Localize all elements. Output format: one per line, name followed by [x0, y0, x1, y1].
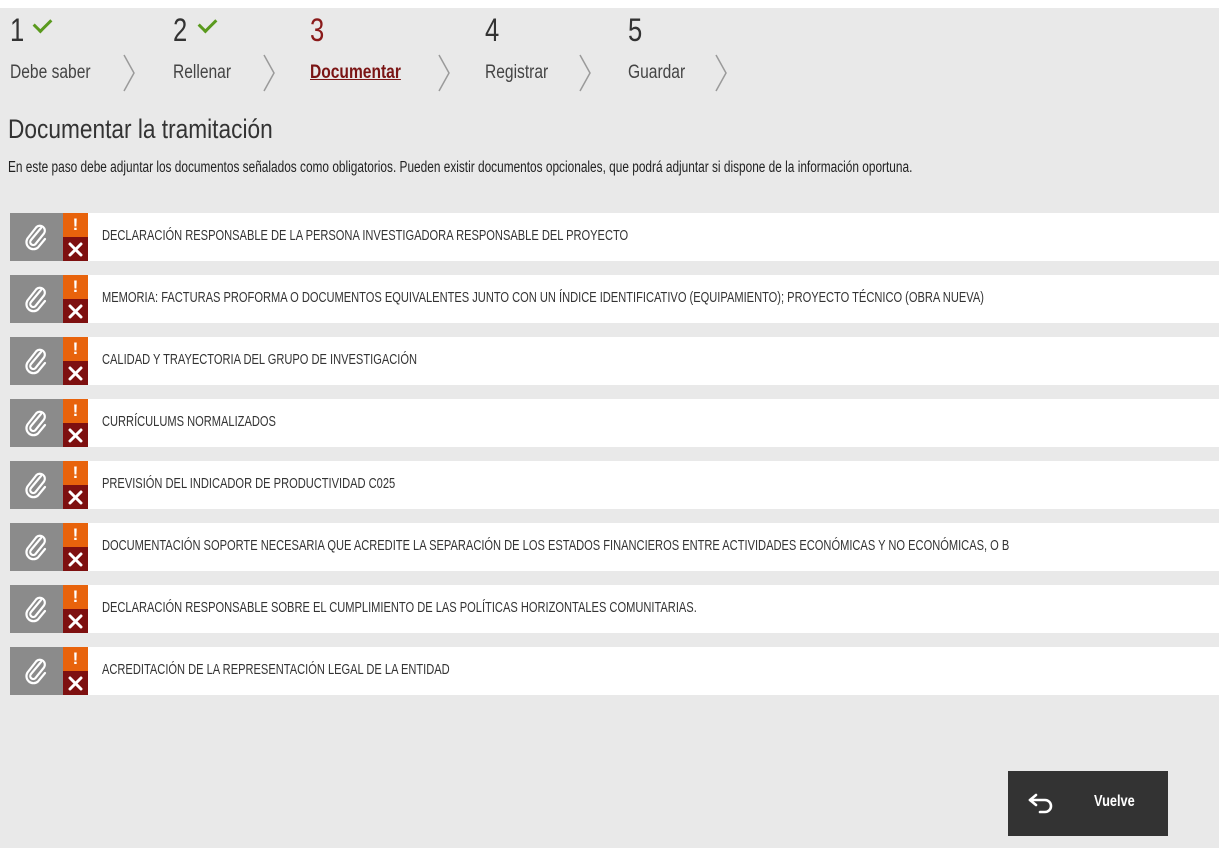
missing-document-icon — [63, 361, 88, 385]
step-number: 3 — [310, 12, 325, 48]
warning-icon: ! — [63, 213, 88, 237]
document-row: ! CALIDAD Y TRAYECTORIA DEL GRUPO DE INV… — [10, 337, 1219, 385]
intro-text: En este paso debe adjuntar los documento… — [8, 159, 913, 176]
missing-document-icon — [63, 237, 88, 261]
document-name: CURRÍCULUMS NORMALIZADOS — [102, 413, 276, 430]
chevron-right-icon — [714, 54, 728, 92]
document-status: ! — [63, 461, 88, 509]
document-status: ! — [63, 585, 88, 633]
document-row: ! CURRÍCULUMS NORMALIZADOS — [10, 399, 1219, 447]
attach-button[interactable] — [10, 647, 63, 695]
chevron-right-icon — [437, 54, 451, 92]
document-status: ! — [63, 337, 88, 385]
document-row: ! DECLARACIÓN RESPONSABLE SOBRE EL CUMPL… — [10, 585, 1219, 633]
document-row: ! DECLARACIÓN RESPONSABLE DE LA PERSONA … — [10, 213, 1219, 261]
document-status: ! — [63, 399, 88, 447]
step-label: Rellenar — [173, 62, 232, 83]
document-name: DECLARACIÓN RESPONSABLE SOBRE EL CUMPLIM… — [102, 599, 697, 616]
attach-button[interactable] — [10, 523, 63, 571]
document-status: ! — [63, 275, 88, 323]
warning-icon: ! — [63, 647, 88, 671]
back-button[interactable]: Vuelve — [1008, 771, 1168, 836]
warning-icon: ! — [63, 461, 88, 485]
attach-button[interactable] — [10, 399, 63, 447]
paperclip-icon — [25, 472, 47, 499]
warning-icon: ! — [63, 585, 88, 609]
paperclip-icon — [25, 596, 47, 623]
chevron-right-icon — [122, 54, 136, 92]
step-number: 5 — [628, 12, 643, 48]
warning-icon: ! — [63, 523, 88, 547]
document-name: PREVISIÓN DEL INDICADOR DE PRODUCTIVIDAD… — [102, 475, 396, 492]
warning-icon: ! — [63, 337, 88, 361]
check-icon — [197, 13, 218, 34]
step-number: 1 — [10, 12, 25, 48]
step-label: Documentar — [310, 62, 401, 83]
chevron-right-icon — [262, 54, 276, 92]
attach-button[interactable] — [10, 213, 63, 261]
missing-document-icon — [63, 609, 88, 633]
attach-button[interactable] — [10, 275, 63, 323]
step-number: 4 — [485, 12, 500, 48]
missing-document-icon — [63, 485, 88, 509]
missing-document-icon — [63, 547, 88, 571]
attach-button[interactable] — [10, 585, 63, 633]
paperclip-icon — [25, 534, 47, 561]
page: 1 Debe saber 2 Rellenar 3 Documentar 4 R… — [0, 8, 1219, 848]
document-name: DECLARACIÓN RESPONSABLE DE LA PERSONA IN… — [102, 227, 629, 244]
paperclip-icon — [25, 224, 47, 251]
missing-document-icon — [63, 423, 88, 447]
document-name: DOCUMENTACIÓN SOPORTE NECESARIA QUE ACRE… — [102, 537, 1010, 554]
back-button-label: Vuelve — [1094, 793, 1135, 810]
document-name: CALIDAD Y TRAYECTORIA DEL GRUPO DE INVES… — [102, 351, 417, 368]
step-label: Registrar — [485, 62, 549, 83]
document-row: ! MEMORIA: FACTURAS PROFORMA O DOCUMENTO… — [10, 275, 1219, 323]
paperclip-icon — [25, 658, 47, 685]
step-label: Guardar — [628, 62, 686, 83]
document-status: ! — [63, 523, 88, 571]
attach-button[interactable] — [10, 337, 63, 385]
document-status: ! — [63, 213, 88, 261]
chevron-right-icon — [578, 54, 592, 92]
paperclip-icon — [25, 410, 47, 437]
paperclip-icon — [25, 286, 47, 313]
document-status: ! — [63, 647, 88, 695]
missing-document-icon — [63, 671, 88, 695]
document-name: MEMORIA: FACTURAS PROFORMA O DOCUMENTOS … — [102, 289, 984, 306]
paperclip-icon — [25, 348, 47, 375]
document-row: ! DOCUMENTACIÓN SOPORTE NECESARIA QUE AC… — [10, 523, 1219, 571]
page-title: Documentar la tramitación — [8, 114, 273, 144]
attach-button[interactable] — [10, 461, 63, 509]
document-name: ACREDITACIÓN DE LA REPRESENTACIÓN LEGAL … — [102, 661, 450, 678]
document-row: ! ACREDITACIÓN DE LA REPRESENTACIÓN LEGA… — [10, 647, 1219, 695]
check-icon — [32, 13, 53, 34]
step-label: Debe saber — [10, 62, 91, 83]
warning-icon: ! — [63, 399, 88, 423]
document-row: ! PREVISIÓN DEL INDICADOR DE PRODUCTIVID… — [10, 461, 1219, 509]
step-number: 2 — [173, 12, 188, 48]
warning-icon: ! — [63, 275, 88, 299]
missing-document-icon — [63, 299, 88, 323]
return-arrow-icon — [1028, 793, 1053, 814]
